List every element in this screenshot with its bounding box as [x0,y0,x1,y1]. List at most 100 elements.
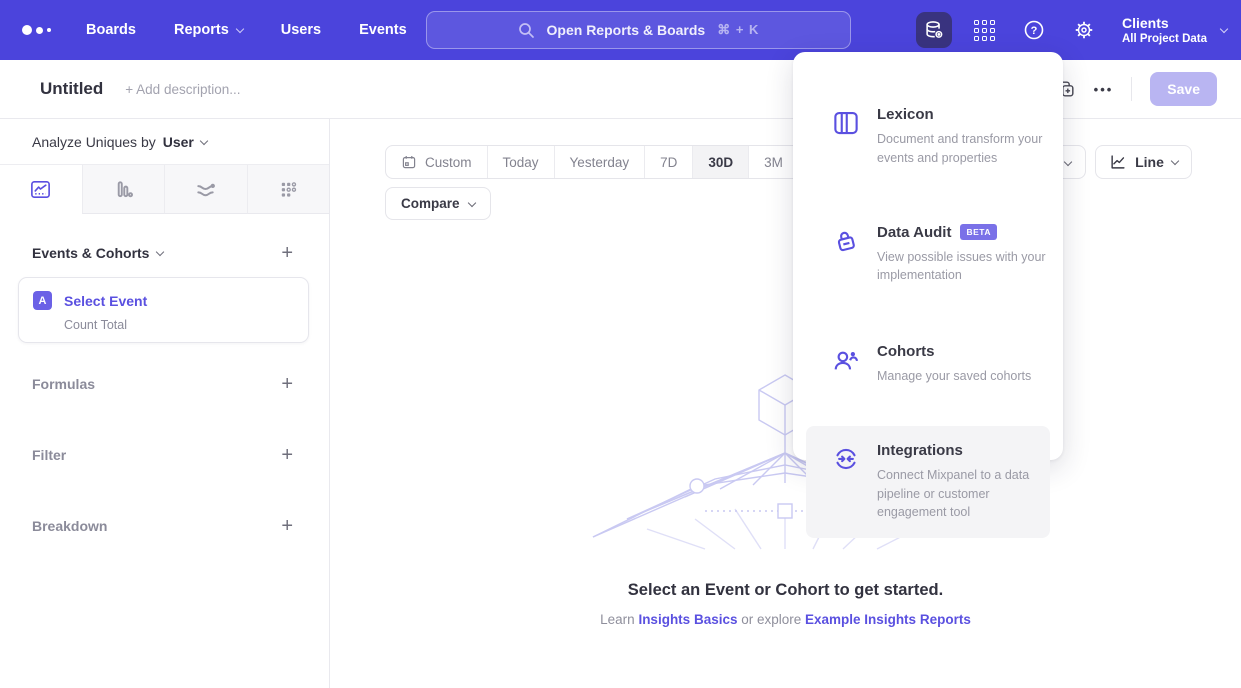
lexicon-icon [831,106,861,168]
report-title[interactable]: Untitled [40,79,103,99]
bar-chart-icon [112,178,135,201]
date-range-3m[interactable]: 3M [749,146,799,178]
example-reports-link[interactable]: Example Insights Reports [805,612,971,627]
event-card[interactable]: A Select Event Count Total [18,277,309,343]
chevron-down-icon [156,248,164,256]
mixpanel-logo-icon[interactable] [22,25,62,35]
date-range-3m-label: 3M [764,155,783,170]
formulas-label: Formulas [32,376,95,392]
compare-label: Compare [401,196,460,211]
settings-button[interactable] [1066,12,1102,48]
tab-bar-chart[interactable] [82,165,165,214]
add-breakdown-button[interactable]: + [281,516,293,536]
add-formula-button[interactable]: + [281,374,293,394]
date-range-today-label: Today [503,155,539,170]
date-range-yesterday-label: Yesterday [570,155,630,170]
more-options-button[interactable]: ••• [1094,82,1114,97]
data-audit-title: Data Audit [877,224,951,241]
data-audit-description: View possible issues with your implement… [877,248,1055,286]
tab-line-chart[interactable] [0,165,82,214]
add-filter-button[interactable]: + [281,445,293,465]
filter-section: Filter + [32,445,293,465]
empty-state-learn-text: Learn [600,612,638,627]
save-button[interactable]: Save [1150,72,1217,106]
event-row: A Select Event [33,291,308,310]
cohorts-title: Cohorts [877,343,1055,360]
analyze-by-selector[interactable]: User [163,134,207,150]
nav-item-reports[interactable]: Reports [174,22,243,38]
empty-state-subtitle: Learn Insights Basics or explore Example… [330,612,1241,627]
add-event-button[interactable]: + [281,243,293,263]
help-button[interactable]: ? [1016,12,1052,48]
menu-item-integrations[interactable]: Integrations Connect Mixpanel to a data … [806,426,1050,538]
svg-text:?: ? [1031,25,1038,37]
menu-item-lexicon[interactable]: Lexicon Document and transform your even… [806,96,1050,178]
main-content: Custom Today Yesterday 7D 30D 3M 6M Line… [330,119,1241,688]
nav-item-users[interactable]: Users [281,22,321,38]
search-placeholder: Open Reports & Boards [547,22,706,38]
project-name: Clients [1122,15,1207,33]
lexicon-title: Lexicon [877,106,1055,123]
top-nav: Boards Reports Users Events Open Reports… [0,0,1241,60]
events-cohorts-label: Events & Cohorts [32,245,149,261]
data-management-menu: Lexicon Document and transform your even… [793,52,1063,460]
integrations-title: Integrations [877,442,1055,459]
query-sidebar: Analyze Uniques by User [0,119,330,688]
nav-item-users-label: Users [281,22,321,38]
date-range-30d[interactable]: 30D [693,146,749,178]
date-range-7d[interactable]: 7D [645,146,693,178]
chart-style-selector[interactable]: Line [1095,145,1192,179]
chart-style-label: Line [1135,154,1164,170]
events-cohorts-header: Events & Cohorts + [32,243,293,263]
analyze-label: Analyze Uniques by [32,134,156,150]
chart-type-tabs [0,165,329,214]
date-range-control: Custom Today Yesterday 7D 30D 3M 6M [385,145,849,179]
integrations-description: Connect Mixpanel to a data pipeline or c… [877,466,1055,522]
data-management-button[interactable] [916,12,952,48]
filter-label: Filter [32,447,66,463]
empty-state-explore-text: or explore [737,612,805,627]
nav-item-events[interactable]: Events [359,22,407,38]
flow-icon [194,178,217,201]
report-description-placeholder[interactable]: + Add description... [125,82,240,97]
help-icon: ? [1023,19,1045,41]
database-gear-icon [923,19,945,41]
insights-basics-link[interactable]: Insights Basics [638,612,737,627]
nav-item-reports-label: Reports [174,22,229,38]
select-event-button[interactable]: Select Event [64,293,147,309]
count-total-selector[interactable]: Count Total [64,318,308,332]
line-chart-icon [29,178,52,201]
metrics-grid-icon [277,178,300,201]
menu-item-cohorts[interactable]: Cohorts Manage your saved cohorts [806,333,1050,396]
beta-badge: BETA [960,224,997,240]
chevron-down-icon [236,25,244,33]
gear-icon [1073,19,1095,41]
calendar-icon [401,154,417,170]
events-cohorts-toggle[interactable]: Events & Cohorts [32,245,163,261]
integrations-icon [831,442,861,522]
analyze-by-value: User [163,134,194,150]
chevron-down-icon [200,136,208,144]
date-range-30d-label: 30D [708,155,733,170]
cohorts-description: Manage your saved cohorts [877,367,1055,386]
nav-item-events-label: Events [359,22,407,38]
apps-grid-icon [974,20,995,41]
breakdown-label: Breakdown [32,518,107,534]
date-range-custom[interactable]: Custom [386,146,488,178]
compare-button[interactable]: Compare [385,187,491,220]
menu-item-data-audit[interactable]: Data Audit BETA View possible issues wit… [806,214,1050,296]
nav-right: ? Clients All Project Data [916,0,1227,60]
project-selector[interactable]: Clients All Project Data [1122,15,1227,45]
report-header-actions: ••• Save [1056,72,1217,106]
event-badge: A [33,291,52,310]
apps-grid-button[interactable] [966,12,1002,48]
tab-metrics-grid[interactable] [247,165,330,214]
nav-item-boards[interactable]: Boards [86,22,136,38]
tab-flow-chart[interactable] [164,165,247,214]
chevron-down-icon [467,198,475,206]
date-range-yesterday[interactable]: Yesterday [555,146,646,178]
search-input[interactable]: Open Reports & Boards ⌘ + K [426,11,851,49]
search-icon [518,22,535,39]
date-range-today[interactable]: Today [488,146,555,178]
chevron-down-icon [1064,158,1072,166]
